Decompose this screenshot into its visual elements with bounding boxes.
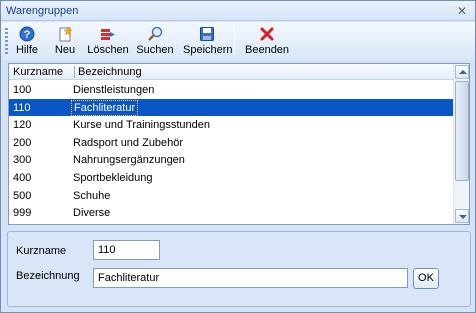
toolbar: ? Hilfe Neu Löschen Suchen Speichern Bee… xyxy=(1,22,475,60)
bezeichnung-input[interactable] xyxy=(93,268,408,288)
quit-button[interactable]: Beenden xyxy=(245,26,289,58)
warengruppen-window: Warengruppen ✕ ? Hilfe Neu Löschen Suche… xyxy=(0,0,476,313)
grid-header: Kurzname Bezeichnung xyxy=(9,64,453,80)
svg-text:?: ? xyxy=(24,29,31,41)
chevron-up-icon xyxy=(459,70,467,74)
title-bar: Warengruppen ✕ xyxy=(1,1,475,21)
cell-bezeichnung: Nahrungsergänzungen xyxy=(73,154,185,167)
toolbar-separator xyxy=(234,28,235,54)
table-row[interactable]: 100 Dienstleistungen xyxy=(9,81,453,99)
cell-kurzname: 400 xyxy=(13,171,32,184)
cell-kurzname: 110 xyxy=(13,101,31,114)
ok-button[interactable]: OK xyxy=(413,268,439,289)
scroll-up-button[interactable] xyxy=(455,65,469,79)
cell-bezeichnung: Kurse und Trainingsstunden xyxy=(73,119,210,132)
vertical-scrollbar[interactable] xyxy=(453,64,469,224)
warengruppen-grid[interactable]: Kurzname Bezeichnung 100 Dienstleistunge… xyxy=(8,63,470,225)
cell-kurzname: 120 xyxy=(13,119,32,132)
help-button[interactable]: ? Hilfe xyxy=(13,26,41,58)
table-row[interactable]: 400 Sportbekleidung xyxy=(9,169,453,187)
cell-kurzname: 200 xyxy=(13,136,32,149)
column-header-kurzname[interactable]: Kurzname xyxy=(13,66,63,78)
bezeichnung-label: Bezeichnung xyxy=(16,270,80,282)
kurzname-input[interactable] xyxy=(93,240,160,260)
search-label: Suchen xyxy=(136,44,174,56)
quit-label: Beenden xyxy=(245,44,290,56)
save-label: Speichern xyxy=(183,44,233,56)
save-icon xyxy=(199,27,214,41)
cell-kurzname: 300 xyxy=(13,154,32,167)
search-button[interactable]: Suchen xyxy=(136,26,174,58)
chevron-down-icon xyxy=(459,215,467,219)
cell-bezeichnung: Radsport und Zubehör xyxy=(73,136,184,149)
edit-panel: Kurzname Bezeichnung OK xyxy=(7,231,471,307)
cell-bezeichnung: Sportbekleidung xyxy=(73,171,153,184)
cell-kurzname: 500 xyxy=(13,189,32,202)
delete-label: Löschen xyxy=(87,44,129,56)
table-row[interactable]: 300 Nahrungsergänzungen xyxy=(9,151,453,169)
scroll-down-button[interactable] xyxy=(455,209,469,223)
cell-bezeichnung: Dienstleistungen xyxy=(73,84,155,96)
table-row[interactable]: 200 Radsport und Zubehör xyxy=(9,134,453,152)
window-close-icon[interactable]: ✕ xyxy=(457,4,467,18)
new-label: Neu xyxy=(54,44,76,56)
help-label: Hilfe xyxy=(15,44,38,56)
column-header-bezeichnung[interactable]: Bezeichnung xyxy=(78,66,142,78)
table-row-selected[interactable]: 110 Fachliteratur xyxy=(9,98,453,117)
close-icon xyxy=(260,27,274,41)
scroll-thumb[interactable] xyxy=(455,81,469,181)
cell-bezeichnung: Diverse xyxy=(73,207,111,220)
help-icon: ? xyxy=(19,26,35,42)
delete-button[interactable]: Löschen xyxy=(87,26,129,58)
table-row[interactable]: 999 Diverse xyxy=(9,204,453,222)
table-row[interactable]: 120 Kurse und Trainingsstunden xyxy=(9,116,453,134)
cell-bezeichnung: Schuhe xyxy=(73,189,111,202)
kurzname-label: Kurzname xyxy=(16,245,67,257)
column-resize-handle[interactable] xyxy=(74,66,75,78)
toolbar-grip[interactable] xyxy=(5,28,8,54)
save-button[interactable]: Speichern xyxy=(183,26,233,58)
cell-bezeichnung: Fachliteratur xyxy=(71,99,139,116)
new-icon xyxy=(59,26,73,42)
search-icon xyxy=(148,26,163,41)
cell-kurzname: 100 xyxy=(13,84,32,96)
grid-rows: 100 Dienstleistungen 110 Fachliteratur 1… xyxy=(9,81,453,222)
window-title: Warengruppen xyxy=(6,5,79,17)
table-row[interactable]: 500 Schuhe xyxy=(9,187,453,205)
new-button[interactable]: Neu xyxy=(53,26,77,58)
delete-icon xyxy=(101,29,115,40)
cell-kurzname: 999 xyxy=(13,207,32,220)
